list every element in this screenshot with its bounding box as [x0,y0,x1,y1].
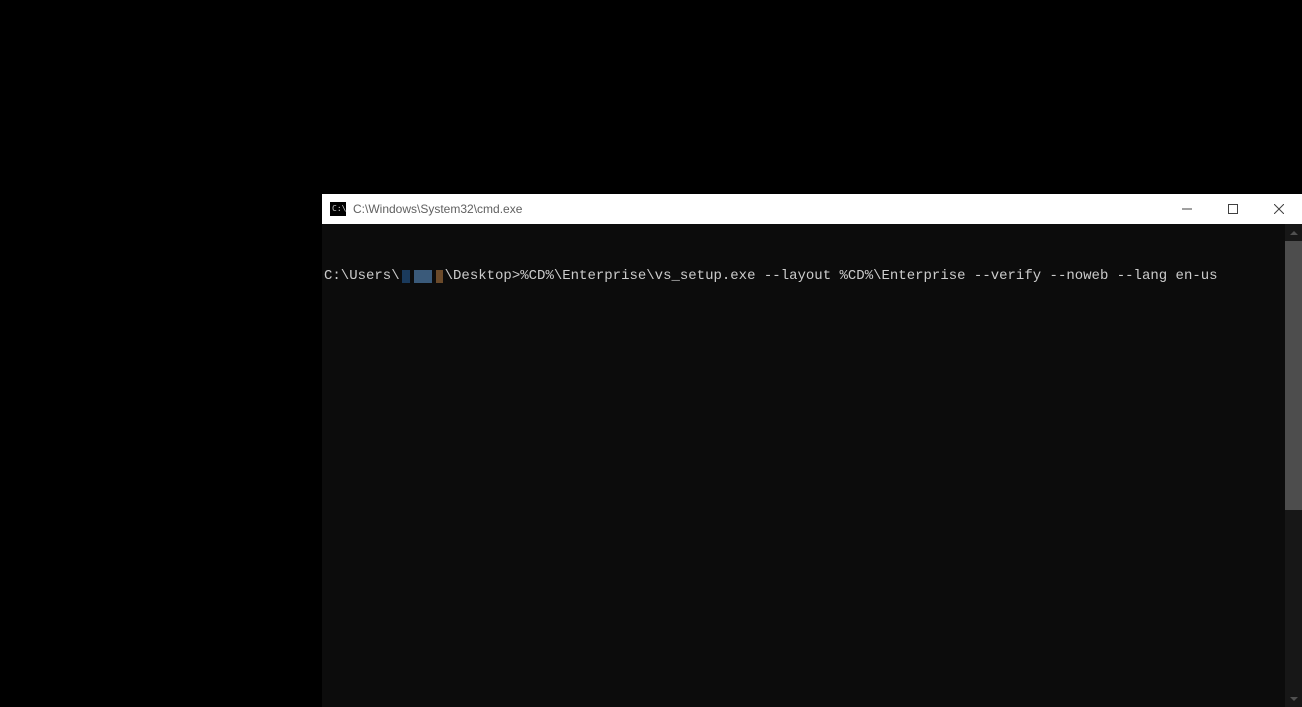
minimize-icon [1182,204,1192,214]
close-icon [1274,204,1284,214]
cmd-icon-label: C:\ [332,205,346,213]
redacted-username-2 [414,270,432,283]
prompt-mid: \Desktop> [445,266,521,286]
scrollbar-thumb[interactable] [1285,241,1302,510]
scrollbar-track[interactable] [1285,241,1302,690]
close-button[interactable] [1256,194,1302,224]
cmd-icon: C:\ [330,202,346,216]
titlebar[interactable]: C:\ C:\Windows\System32\cmd.exe [322,194,1302,224]
command-line: C:\Users\ \Desktop>%CD%\Enterprise\vs_set… [324,266,1283,286]
scrollbar-down-button[interactable] [1285,690,1302,707]
cmd-window: C:\ C:\Windows\System32\cmd.exe [322,194,1302,707]
maximize-button[interactable] [1210,194,1256,224]
minimize-button[interactable] [1164,194,1210,224]
scrollbar-up-button[interactable] [1285,224,1302,241]
vertical-scrollbar[interactable] [1285,224,1302,707]
chevron-down-icon [1290,695,1298,703]
prompt-prefix: C:\Users\ [324,266,400,286]
window-title: C:\Windows\System32\cmd.exe [353,202,522,216]
maximize-icon [1228,204,1238,214]
command-text: %CD%\Enterprise\vs_setup.exe --layout %C… [520,266,1217,286]
redacted-username-1 [402,270,410,283]
chevron-up-icon [1290,229,1298,237]
console-content[interactable]: C:\Users\ \Desktop>%CD%\Enterprise\vs_set… [322,224,1285,707]
console-area: C:\Users\ \Desktop>%CD%\Enterprise\vs_set… [322,224,1302,707]
redacted-username-3 [436,270,443,283]
window-controls [1164,194,1302,224]
